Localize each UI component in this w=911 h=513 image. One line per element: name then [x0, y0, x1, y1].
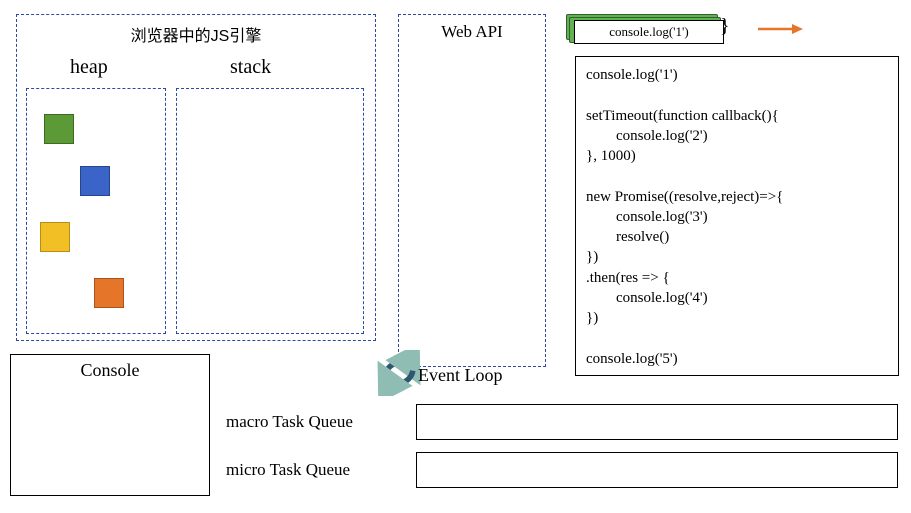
current-execution-text: console.log('1')	[574, 20, 724, 44]
web-api-panel	[398, 14, 546, 367]
web-api-title: Web API	[398, 22, 546, 42]
macro-task-queue-label: macro Task Queue	[226, 412, 353, 432]
heap-object-blue	[80, 166, 110, 196]
event-loop-icon	[376, 350, 422, 396]
macro-task-queue-box	[416, 404, 898, 440]
console-title: Console	[10, 360, 210, 381]
js-engine-title: 浏览器中的JS引擎	[16, 22, 376, 46]
micro-task-queue-box	[416, 452, 898, 488]
heap-object-orange	[94, 278, 124, 308]
current-execution-chip: console.log('1')	[566, 14, 724, 48]
heap-object-yellow	[40, 222, 70, 252]
event-loop-label: Event Loop	[418, 365, 502, 386]
micro-task-queue-label: micro Task Queue	[226, 460, 350, 480]
stack-box	[176, 88, 364, 334]
source-code-panel: console.log('1') setTimeout(function cal…	[575, 56, 899, 376]
heap-label: heap	[70, 56, 108, 79]
stack-label: stack	[230, 56, 271, 79]
chip-brace: }	[720, 15, 730, 38]
heap-object-green	[44, 114, 74, 144]
arrow-right-icon	[756, 22, 804, 36]
